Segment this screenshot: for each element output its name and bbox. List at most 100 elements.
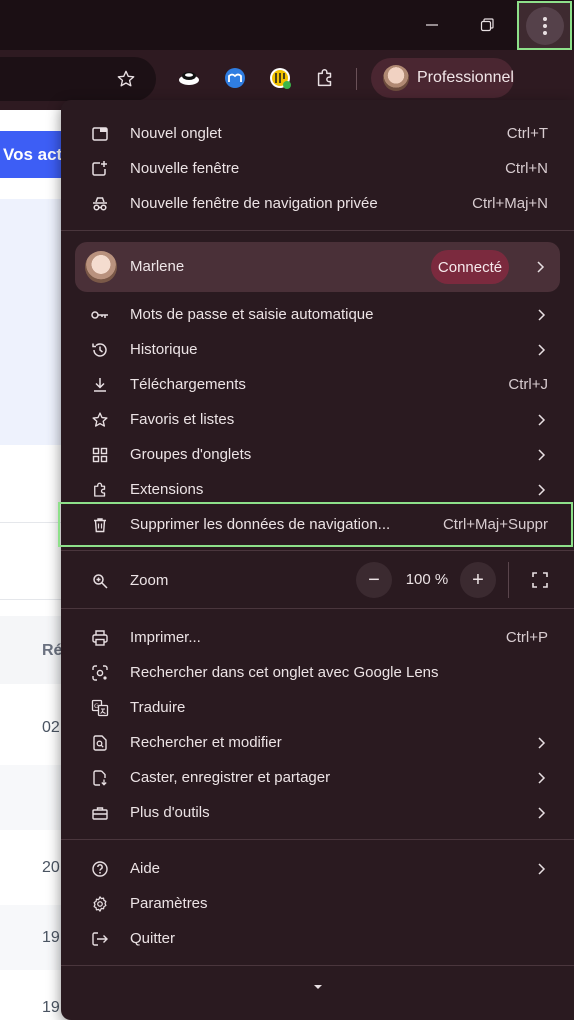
toolbox-icon: [89, 802, 111, 824]
address-bar[interactable]: [0, 57, 156, 101]
chevron-right-icon: [534, 771, 548, 785]
chevron-right-icon: [534, 862, 548, 876]
menu-item-incognito-window[interactable]: Nouvelle fenêtre de navigation privée Ct…: [61, 186, 574, 221]
menu-item-label: Caster, enregistrer et partager: [130, 769, 331, 786]
chrome-main-menu: Nouvel onglet Ctrl+T Nouvelle fenêtre Ct…: [58, 100, 574, 1020]
menu-item-find-edit[interactable]: Rechercher et modifier: [61, 725, 574, 760]
menu-item-more-tools[interactable]: Plus d'outils: [61, 795, 574, 830]
menu-item-label: Plus d'outils: [130, 804, 210, 821]
menu-item-label: Supprimer les données de navigation...: [130, 516, 391, 533]
menu-item-google-lens[interactable]: Rechercher dans cet onglet avec Google L…: [61, 655, 574, 690]
menu-item-label: Nouvelle fenêtre: [130, 160, 240, 177]
menu-separator: [61, 230, 574, 231]
restore-button[interactable]: [458, 0, 516, 50]
menu-item-passwords[interactable]: Mots de passe et saisie automatique: [61, 297, 574, 332]
chevron-right-icon: [534, 343, 548, 357]
menu-item-bookmarks[interactable]: Favoris et listes: [61, 402, 574, 437]
settings-icon: [89, 893, 111, 915]
profile-name: Marlene: [130, 258, 185, 275]
menu-item-label: Mots de passe et saisie automatique: [130, 306, 374, 323]
menu-item-new-tab[interactable]: Nouvel onglet Ctrl+T: [61, 116, 574, 151]
help-icon: [89, 858, 111, 880]
exit-icon: [89, 928, 111, 950]
bookmark-star-button[interactable]: [110, 63, 142, 95]
caret-down-icon: [314, 985, 322, 989]
menu-item-label: Favoris et listes: [130, 411, 235, 428]
incognito-icon: [89, 193, 111, 215]
avatar: [85, 251, 117, 283]
page-activity-button[interactable]: Vos act: [0, 131, 70, 178]
menu-item-shortcut: Ctrl+Maj+N: [472, 195, 548, 212]
menu-profile-row[interactable]: Marlene Connecté: [75, 242, 560, 292]
profile-chip[interactable]: Professionnel: [371, 58, 514, 98]
menu-item-label: Groupes d'onglets: [130, 446, 252, 463]
table-cell: 19: [42, 929, 60, 946]
menu-item-label: Quitter: [130, 930, 176, 947]
menu-item-label: Rechercher et modifier: [130, 734, 282, 751]
chevron-right-icon: [534, 483, 548, 497]
table-cell: 20: [42, 859, 60, 876]
chevron-right-icon: [534, 806, 548, 820]
minimize-icon: [426, 24, 438, 26]
menu-item-cast-save-share[interactable]: Caster, enregistrer et partager: [61, 760, 574, 795]
star-icon: [117, 70, 135, 87]
table-cell: 19: [42, 999, 60, 1016]
zoom-controls: − 100 % +: [356, 562, 566, 598]
avatar: [383, 65, 409, 91]
extension-2-button[interactable]: [219, 62, 251, 94]
menu-item-label: Paramètres: [130, 895, 208, 912]
key-icon: [89, 304, 111, 326]
menu-item-shortcut: Ctrl+N: [505, 160, 548, 177]
grammar-extension-icon: [270, 68, 291, 89]
menu-item-shortcut: Ctrl+J: [508, 376, 548, 393]
star-icon: [89, 409, 111, 431]
new-tab-icon: [89, 123, 111, 145]
more-vert-icon: [525, 6, 564, 45]
page-banner: [0, 199, 70, 445]
extensions-menu-button[interactable]: [309, 62, 341, 94]
zoom-icon: [89, 570, 111, 592]
extension-1-button[interactable]: [173, 62, 205, 94]
zoom-in-button[interactable]: +: [460, 562, 496, 598]
menu-item-settings[interactable]: Paramètres: [61, 886, 574, 921]
menu-item-help[interactable]: Aide: [61, 851, 574, 886]
menu-item-label: Imprimer...: [130, 629, 201, 646]
menu-item-exit[interactable]: Quitter: [61, 921, 574, 956]
menu-item-shortcut: Ctrl+T: [506, 125, 548, 142]
new-window-icon: [89, 158, 111, 180]
svg-text:G: G: [94, 702, 99, 710]
table-cell: 02: [42, 719, 60, 736]
chevron-right-icon: [534, 448, 548, 462]
cast-save-share-icon: [89, 767, 111, 789]
menu-item-tab-groups[interactable]: Groupes d'onglets: [61, 437, 574, 472]
chevron-right-icon: [534, 736, 548, 750]
extension-3-button[interactable]: [264, 62, 296, 94]
menu-item-shortcut: Ctrl+P: [505, 629, 548, 646]
menu-item-label: Rechercher dans cet onglet avec Google L…: [130, 664, 439, 681]
menu-item-print[interactable]: Imprimer... Ctrl+P: [61, 620, 574, 655]
translate-icon: G: [89, 697, 111, 719]
chevron-right-icon: [534, 413, 548, 427]
menu-item-clear-browsing-data[interactable]: Supprimer les données de navigation... C…: [61, 507, 574, 542]
menu-item-history[interactable]: Historique: [61, 332, 574, 367]
disc-extension-icon: [179, 72, 199, 85]
chrome-menu-button[interactable]: [517, 1, 572, 50]
find-edit-icon: [89, 732, 111, 754]
menu-item-downloads[interactable]: Téléchargements Ctrl+J: [61, 367, 574, 402]
menu-item-shortcut: Ctrl+Maj+Suppr: [442, 516, 548, 533]
minimize-button[interactable]: [403, 0, 461, 50]
tab-groups-icon: [89, 444, 111, 466]
menu-item-translate[interactable]: G Traduire: [61, 690, 574, 725]
menu-item-label: Téléchargements: [130, 376, 246, 393]
zoom-level: 100 %: [405, 571, 449, 588]
menu-separator: [61, 550, 574, 551]
fullscreen-button[interactable]: [522, 562, 558, 598]
print-icon: [89, 627, 111, 649]
fullscreen-icon: [532, 572, 548, 588]
zoom-out-button[interactable]: −: [356, 562, 392, 598]
zoom-divider: [508, 562, 509, 598]
menu-item-label: Zoom: [130, 572, 169, 589]
scroll-more-button[interactable]: [311, 980, 325, 994]
menu-item-new-window[interactable]: Nouvelle fenêtre Ctrl+N: [61, 151, 574, 186]
m-logo-extension-icon: [225, 68, 245, 88]
